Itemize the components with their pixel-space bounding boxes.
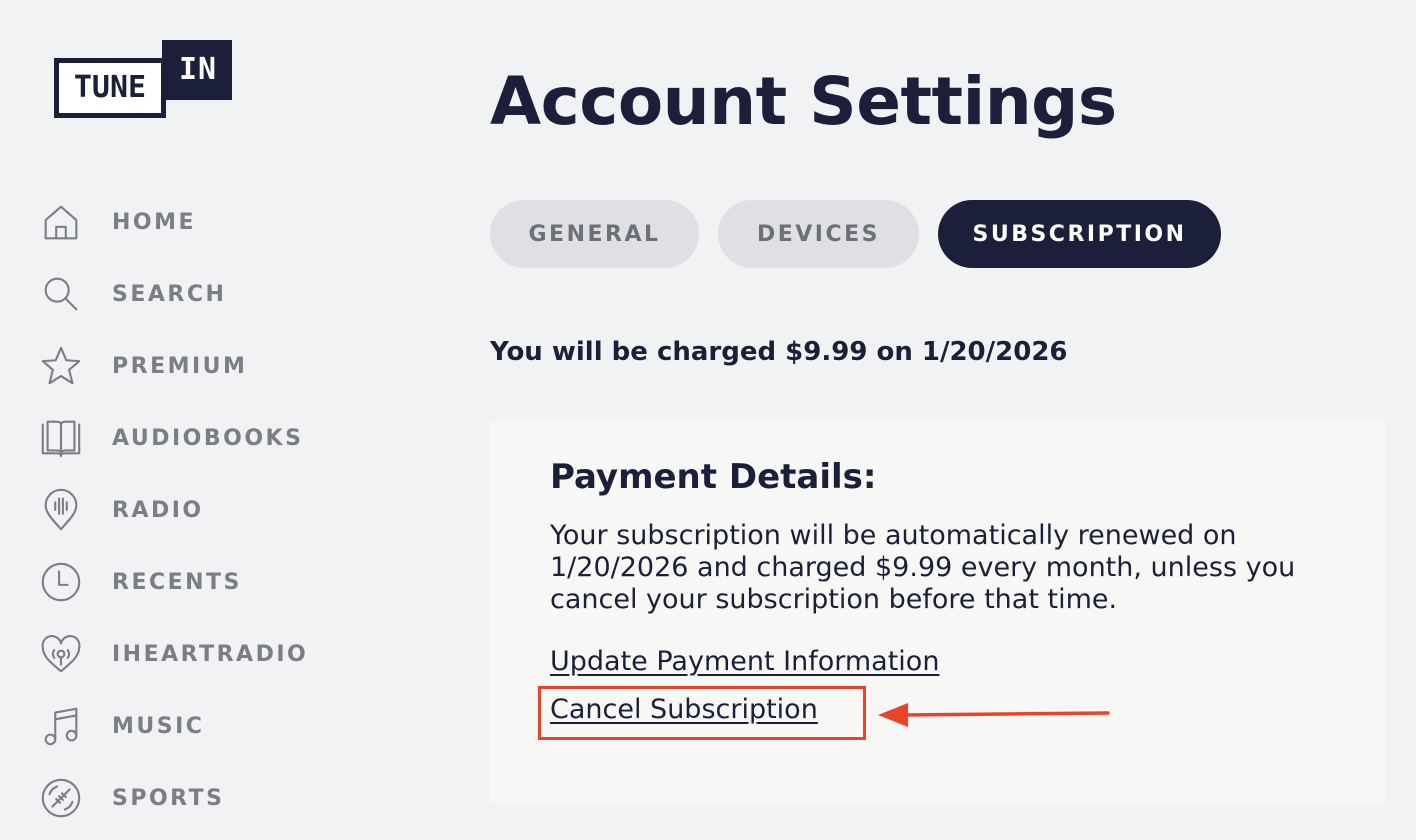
sidebar-item-sports[interactable]: SPORTS (36, 762, 336, 834)
payment-details-card: Payment Details: Your subscription will … (490, 420, 1386, 804)
sidebar-item-label: RADIO (112, 497, 204, 523)
sidebar-item-label: IHEARTRADIO (112, 641, 309, 667)
logo-tune-block: TUNE (54, 58, 166, 118)
sidebar-item-iheartradio[interactable]: IHEARTRADIO (36, 618, 336, 690)
page-title: Account Settings (490, 63, 1117, 140)
sidebar-item-audiobooks[interactable]: AUDIOBOOKS (36, 402, 336, 474)
sidebar-item-search[interactable]: SEARCH (36, 258, 336, 330)
sidebar-item-label: RECENTS (112, 569, 242, 595)
sidebar-item-home[interactable]: HOME (36, 186, 336, 258)
sidebar-item-label: PREMIUM (112, 353, 248, 379)
sidebar-item-radio[interactable]: RADIO (36, 474, 336, 546)
tab-general[interactable]: GENERAL (490, 200, 699, 268)
sidebar-item-recents[interactable]: RECENTS (36, 546, 336, 618)
sidebar-item-label: AUDIOBOOKS (112, 425, 304, 451)
charge-notice: You will be charged $9.99 on 1/20/2026 (490, 337, 1068, 367)
tunein-logo[interactable]: IN TUNE (54, 40, 234, 120)
music-note-icon (36, 701, 86, 751)
search-icon (36, 269, 86, 319)
annotation-highlight-box (538, 686, 866, 740)
radio-pin-icon (36, 485, 86, 535)
sidebar-item-label: SPORTS (112, 785, 225, 811)
heart-radio-icon (36, 629, 86, 679)
sidebar-item-label: MUSIC (112, 713, 205, 739)
sidebar-item-music[interactable]: MUSIC (36, 690, 336, 762)
book-icon (36, 413, 86, 463)
tab-devices[interactable]: DEVICES (718, 200, 919, 268)
clock-icon (36, 557, 86, 607)
payment-description: Your subscription will be automatically … (550, 520, 1296, 615)
sidebar-nav: HOME SEARCH PREMIUM AUDIOBOOKS RADIO REC… (36, 186, 336, 834)
payment-details-heading: Payment Details: (550, 457, 877, 497)
football-icon (36, 773, 86, 823)
sidebar-item-label: HOME (112, 209, 197, 235)
star-icon (36, 341, 86, 391)
settings-tabs: GENERAL DEVICES SUBSCRIPTION (490, 200, 1221, 268)
tab-subscription[interactable]: SUBSCRIPTION (938, 200, 1221, 268)
sidebar-item-label: SEARCH (112, 281, 227, 307)
logo-in-block: IN (162, 40, 232, 100)
annotation-arrow-icon (878, 703, 1110, 727)
sidebar-item-premium[interactable]: PREMIUM (36, 330, 336, 402)
home-icon (36, 197, 86, 247)
update-payment-link[interactable]: Update Payment Information (550, 644, 939, 680)
